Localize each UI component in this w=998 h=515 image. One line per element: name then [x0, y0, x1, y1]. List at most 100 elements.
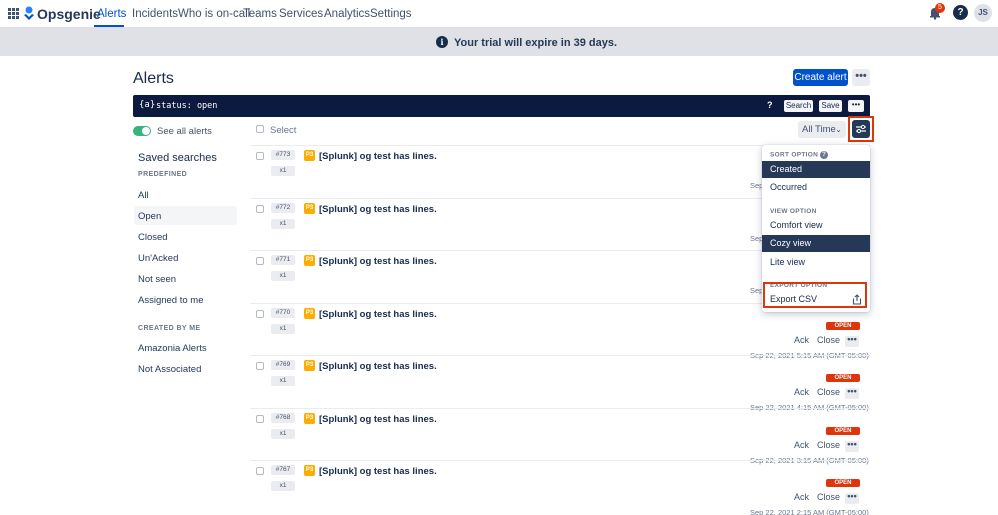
- alert-id-badge[interactable]: #767: [271, 465, 295, 475]
- alert-title[interactable]: [Splunk] og test has lines.: [319, 151, 437, 162]
- alert-id-badge[interactable]: #769: [271, 360, 295, 370]
- alert-title[interactable]: [Splunk] og test has lines.: [319, 256, 437, 267]
- cozy-view-option[interactable]: Cozy view: [762, 235, 870, 252]
- info-icon: i: [436, 36, 448, 48]
- see-all-alerts-label: See all alerts: [157, 126, 212, 137]
- help-icon[interactable]: ?: [953, 5, 968, 20]
- nav-services[interactable]: Services: [279, 8, 323, 20]
- alert-id-badge[interactable]: #768: [271, 412, 295, 423]
- alert-count-badge: x1: [271, 166, 295, 176]
- nav-teams[interactable]: Teams: [243, 8, 277, 20]
- alert-date: Sep 22, 2021 2:15 AM (GMT-05:00): [750, 508, 869, 515]
- priority-badge: P3: [304, 255, 315, 266]
- row-checkbox[interactable]: [256, 414, 264, 423]
- top-navigation: Opsgenie Alerts Incidents Who is on-call…: [0, 0, 998, 28]
- lite-view-option[interactable]: Lite view: [762, 254, 870, 271]
- ack-button[interactable]: Ack: [794, 439, 809, 452]
- query-language-icon[interactable]: {a}: [139, 100, 155, 110]
- alert-more-button[interactable]: •••: [845, 334, 859, 347]
- alert-id-badge[interactable]: #773: [271, 150, 295, 160]
- row-checkbox[interactable]: [256, 152, 264, 160]
- nav-analytics[interactable]: Analytics: [324, 8, 370, 20]
- priority-badge: P3: [304, 150, 315, 161]
- row-checkbox[interactable]: [256, 362, 264, 370]
- saved-searches-heading: Saved searches: [138, 152, 217, 164]
- close-button[interactable]: Close: [817, 386, 840, 399]
- alert-more-button[interactable]: •••: [845, 439, 859, 452]
- sidebar-item-open[interactable]: Open: [138, 211, 161, 222]
- opsgenie-logo-icon: [24, 6, 34, 20]
- more-actions-button[interactable]: •••: [852, 69, 870, 86]
- ack-button[interactable]: Ack: [794, 334, 809, 347]
- alert-count-badge: x1: [271, 481, 295, 491]
- nav-incidents[interactable]: Incidents: [132, 8, 178, 20]
- predefined-label: PREDEFINED: [138, 171, 188, 178]
- user-avatar[interactable]: JS: [974, 4, 992, 22]
- alert-more-button[interactable]: •••: [845, 387, 859, 399]
- time-filter-dropdown[interactable]: All Time ⌄: [798, 121, 846, 138]
- search-query-input[interactable]: status: open: [156, 101, 217, 111]
- brand-name[interactable]: Opsgenie: [37, 6, 101, 22]
- select-label: Select: [270, 125, 297, 136]
- close-button[interactable]: Close: [817, 439, 840, 452]
- row-checkbox[interactable]: [256, 309, 264, 318]
- nav-alerts[interactable]: Alerts: [97, 8, 126, 20]
- priority-badge: P3: [304, 412, 315, 424]
- status-badge: OPEN: [826, 479, 860, 487]
- alert-count-badge: x1: [271, 271, 295, 281]
- alert-id-badge[interactable]: #772: [271, 202, 295, 213]
- alert-id-badge[interactable]: #770: [271, 307, 295, 318]
- alert-title[interactable]: [Splunk] og test has lines.: [319, 309, 437, 320]
- query-help-icon[interactable]: ?: [767, 100, 773, 110]
- sidebar-item-not-associated[interactable]: Not Associated: [138, 364, 201, 375]
- alert-more-button[interactable]: •••: [845, 492, 859, 504]
- trial-message: Your trial will expire in 39 days.: [454, 37, 618, 49]
- query-more-button[interactable]: •••: [848, 100, 864, 112]
- status-badge: OPEN: [826, 426, 860, 435]
- row-checkbox[interactable]: [256, 467, 264, 475]
- row-checkbox[interactable]: [256, 257, 264, 265]
- status-badge: OPEN: [826, 321, 860, 330]
- highlight-view-options: [848, 116, 874, 142]
- close-button[interactable]: Close: [817, 491, 840, 504]
- sidebar-item-unacked[interactable]: Un'Acked: [138, 253, 178, 264]
- question-icon[interactable]: ?: [820, 151, 829, 159]
- select-all-checkbox[interactable]: [256, 125, 264, 133]
- highlight-export-option: [763, 282, 867, 308]
- status-badge: OPEN: [826, 374, 860, 382]
- sidebar-item-all[interactable]: All: [138, 190, 149, 201]
- search-button[interactable]: Search: [784, 100, 813, 112]
- alert-title[interactable]: [Splunk] og test has lines.: [319, 361, 437, 372]
- ack-button[interactable]: Ack: [794, 491, 809, 504]
- ack-button[interactable]: Ack: [794, 386, 809, 399]
- trial-banner: i Your trial will expire in 39 days.: [0, 28, 998, 56]
- priority-badge: P3: [304, 307, 315, 319]
- app-switcher-icon[interactable]: [8, 8, 19, 19]
- notification-count-badge: 5: [935, 3, 945, 13]
- priority-badge: P3: [304, 360, 315, 371]
- alert-title[interactable]: [Splunk] og test has lines.: [319, 466, 437, 477]
- sidebar-item-assigned-to-me[interactable]: Assigned to me: [138, 295, 203, 306]
- row-checkbox[interactable]: [256, 204, 264, 213]
- alert-id-badge[interactable]: #771: [271, 255, 295, 265]
- nav-who-is-on-call[interactable]: Who is on-call: [178, 8, 250, 20]
- query-bar[interactable]: {a} status: open ? Search Save •••: [133, 95, 870, 117]
- sort-created-option[interactable]: Created: [762, 161, 870, 178]
- active-tab-indicator: [94, 25, 124, 27]
- alert-title[interactable]: [Splunk] og test has lines.: [319, 414, 437, 425]
- alert-title[interactable]: [Splunk] og test has lines.: [319, 204, 437, 215]
- comfort-view-option[interactable]: Comfort view: [762, 217, 870, 234]
- save-search-button[interactable]: Save: [819, 100, 842, 112]
- sort-option-label: SORT OPTION?: [770, 151, 829, 159]
- close-button[interactable]: Close: [817, 334, 840, 347]
- create-alert-button[interactable]: Create alert: [793, 69, 848, 86]
- sidebar-item-not-seen[interactable]: Not seen: [138, 274, 176, 285]
- time-filter-value: All Time: [802, 124, 836, 135]
- view-option-label: VIEW OPTION: [770, 208, 817, 215]
- sort-occurred-option[interactable]: Occurred: [762, 179, 870, 196]
- sidebar-item-amazonia-alerts[interactable]: Amazonia Alerts: [138, 343, 207, 354]
- sidebar-item-closed[interactable]: Closed: [138, 232, 168, 243]
- see-all-alerts-toggle[interactable]: [133, 126, 151, 136]
- nav-settings[interactable]: Settings: [370, 8, 412, 20]
- row-divider: [250, 460, 870, 461]
